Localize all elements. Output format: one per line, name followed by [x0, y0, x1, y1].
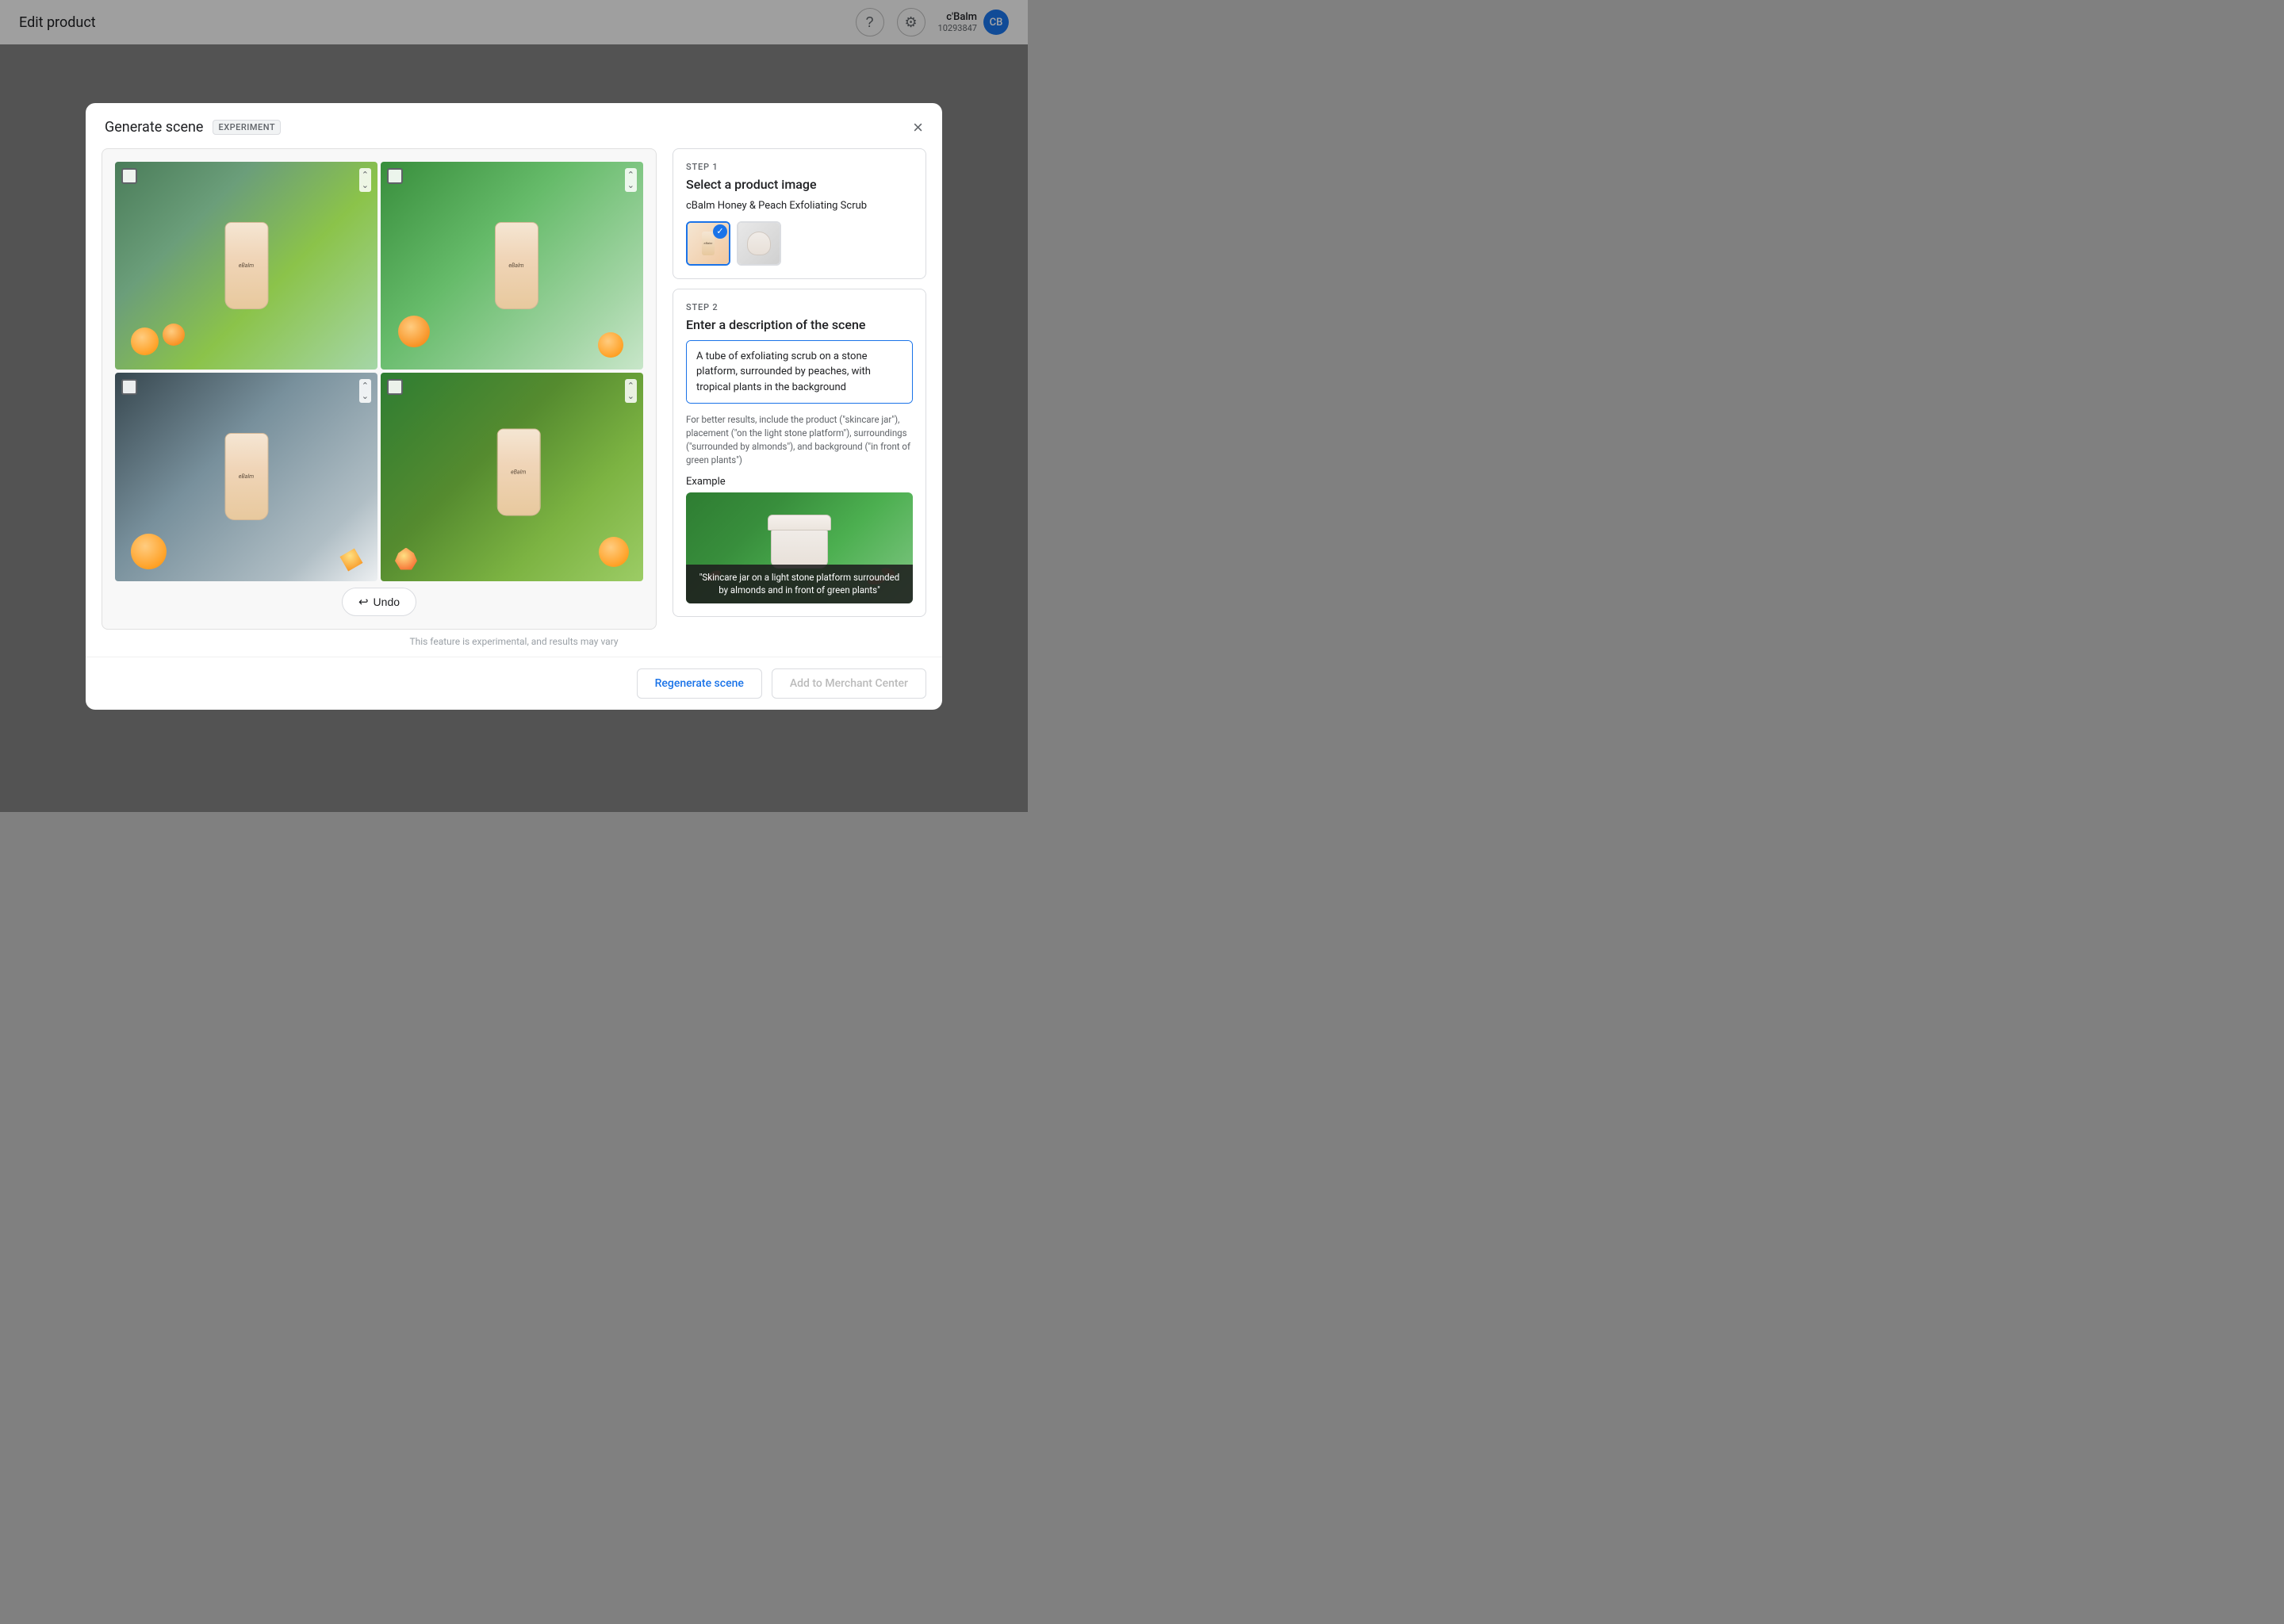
modal-body: ⌃⌄ eBalm ⌃⌄ eBalm [86, 148, 942, 630]
cell-checkbox-1[interactable] [121, 168, 137, 184]
left-panel: ⌃⌄ eBalm ⌃⌄ eBalm [102, 148, 657, 630]
description-hint: For better results, include the product … [686, 413, 913, 468]
cell-arrows-1[interactable]: ⌃⌄ [359, 168, 371, 192]
modal-header: Generate scene EXPERIMENT × [86, 103, 942, 148]
image-cell-1[interactable]: ⌃⌄ [115, 162, 377, 370]
step2-card: STEP 2 Enter a description of the scene … [673, 289, 926, 617]
image-grid: ⌃⌄ eBalm ⌃⌄ eBalm [115, 162, 643, 581]
modal-footer: Regenerate scene Add to Merchant Center [86, 657, 942, 710]
step1-heading: Select a product image [686, 177, 913, 192]
modal: Generate scene EXPERIMENT × ⌃⌄ [86, 103, 942, 710]
modal-overlay: Generate scene EXPERIMENT × ⌃⌄ [0, 0, 1028, 812]
undo-icon: ↩ [358, 595, 369, 609]
right-panel: STEP 1 Select a product image cBalm Hone… [673, 148, 926, 630]
experiment-badge: EXPERIMENT [213, 120, 281, 135]
close-button[interactable]: × [910, 116, 926, 140]
example-caption: "Skincare jar on a light stone platform … [686, 565, 913, 603]
description-textarea[interactable] [686, 340, 913, 404]
cell-arrows-3[interactable]: ⌃⌄ [359, 379, 371, 403]
regenerate-button[interactable]: Regenerate scene [637, 668, 762, 699]
step1-label: STEP 1 [686, 162, 913, 172]
cell-arrows-4[interactable]: ⌃⌄ [625, 379, 637, 403]
image-cell-2[interactable]: eBalm ⌃⌄ [381, 162, 643, 370]
experimental-note: This feature is experimental, and result… [86, 630, 942, 657]
step1-card: STEP 1 Select a product image cBalm Hone… [673, 148, 926, 279]
product-name: cBalm Honey & Peach Exfoliating Scrub [686, 200, 913, 212]
step2-heading: Enter a description of the scene [686, 317, 913, 332]
cell-checkbox-2[interactable] [387, 168, 403, 184]
thumbnail-1[interactable]: eBalm ✓ [686, 221, 730, 266]
image-cell-4[interactable]: eBalm ⌃⌄ [381, 373, 643, 581]
cell-checkbox-3[interactable] [121, 379, 137, 395]
thumbnail-2[interactable] [737, 221, 781, 266]
modal-title: Generate scene [105, 119, 203, 136]
undo-button[interactable]: ↩ Undo [342, 588, 416, 616]
cell-checkbox-4[interactable] [387, 379, 403, 395]
cell-arrows-2[interactable]: ⌃⌄ [625, 168, 637, 192]
product-tube-1 [224, 222, 268, 309]
example-label: Example [686, 476, 913, 488]
image-cell-3[interactable]: eBalm ⌃⌄ [115, 373, 377, 581]
example-image: "Skincare jar on a light stone platform … [686, 492, 913, 603]
step2-label: STEP 2 [686, 302, 913, 312]
image-thumbs: eBalm ✓ [686, 221, 913, 266]
thumb-check-1: ✓ [713, 224, 727, 239]
undo-label: Undo [374, 596, 400, 608]
add-to-merchant-button[interactable]: Add to Merchant Center [772, 668, 926, 699]
